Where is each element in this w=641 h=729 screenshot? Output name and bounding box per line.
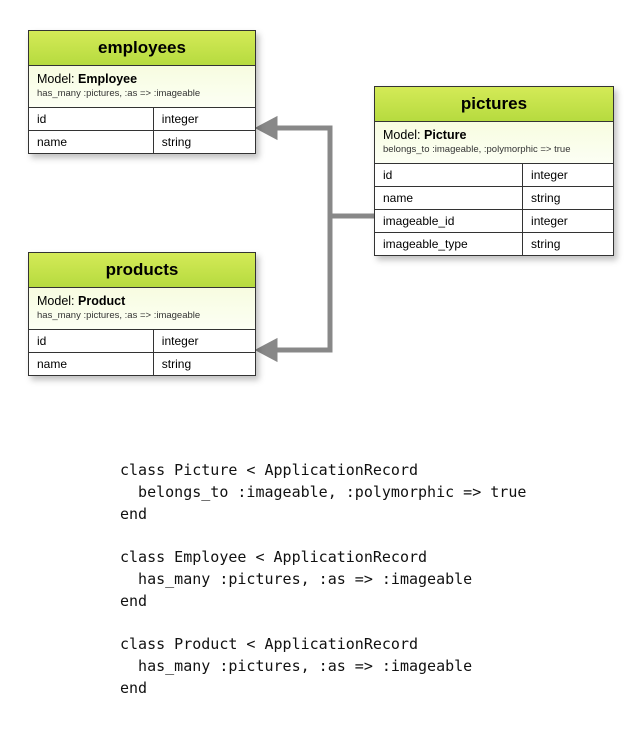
table-row: id integer [29,330,255,353]
field-name: id [375,164,523,187]
field-type: string [523,187,613,210]
table-row: imageable_id integer [375,210,613,233]
entity-employees: employees Model: Employee has_many :pict… [28,30,256,154]
entity-pictures: pictures Model: Picture belongs_to :imag… [374,86,614,256]
fields-table: id integer name string [29,108,255,153]
entity-meta: Model: Product has_many :pictures, :as =… [29,288,255,330]
diagram-canvas: employees Model: Employee has_many :pict… [0,0,641,729]
field-name: id [29,108,153,131]
table-row: name string [29,353,255,376]
model-label: Model: [37,72,75,86]
table-row: imageable_type string [375,233,613,256]
entity-title: products [29,253,255,288]
association-text: has_many :pictures, :as => :imageable [37,310,247,321]
table-row: name string [29,131,255,154]
entity-meta: Model: Picture belongs_to :imageable, :p… [375,122,613,164]
field-type: integer [153,108,255,131]
table-row: name string [375,187,613,210]
entity-title: pictures [375,87,613,122]
model-name: Picture [424,128,466,142]
field-type: string [153,353,255,376]
association-text: belongs_to :imageable, :polymorphic => t… [383,144,605,155]
field-type: string [153,131,255,154]
entity-title: employees [29,31,255,66]
field-name: name [29,131,153,154]
table-row: id integer [29,108,255,131]
field-type: integer [523,210,613,233]
field-name: name [29,353,153,376]
fields-table: id integer name string imageable_id inte… [375,164,613,255]
model-name: Employee [78,72,137,86]
table-row: id integer [375,164,613,187]
field-type: integer [523,164,613,187]
entity-products: products Model: Product has_many :pictur… [28,252,256,376]
association-text: has_many :pictures, :as => :imageable [37,88,247,99]
field-name: name [375,187,523,210]
field-type: string [523,233,613,256]
field-name: imageable_type [375,233,523,256]
field-name: imageable_id [375,210,523,233]
entity-meta: Model: Employee has_many :pictures, :as … [29,66,255,108]
model-label: Model: [383,128,421,142]
field-type: integer [153,330,255,353]
code-block: class Picture < ApplicationRecord belong… [120,460,526,699]
field-name: id [29,330,153,353]
model-label: Model: [37,294,75,308]
fields-table: id integer name string [29,330,255,375]
model-name: Product [78,294,125,308]
